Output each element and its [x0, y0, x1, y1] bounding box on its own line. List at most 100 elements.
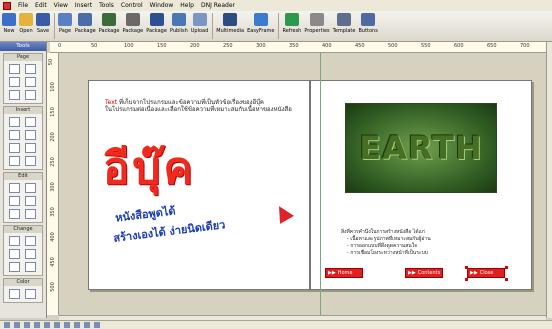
tool-button[interactable]	[9, 143, 20, 153]
tool-button[interactable]	[9, 130, 20, 140]
tool-button[interactable]	[24, 130, 36, 140]
toolbar-button-easyframe[interactable]: EasyFrame	[247, 11, 274, 34]
tool-button[interactable]	[9, 196, 20, 206]
menu-tools[interactable]: Tools	[99, 2, 114, 9]
menu-view[interactable]: View	[54, 2, 68, 9]
cursor-arrow-icon	[272, 202, 294, 224]
selection-handle[interactable]	[465, 266, 468, 269]
tool-button[interactable]	[9, 117, 20, 127]
menu-file[interactable]: File	[18, 2, 28, 9]
ruler-tick-label: 50	[48, 58, 55, 66]
toolbar-button-multimedia[interactable]: Multimedia	[216, 11, 244, 34]
new-document-icon	[2, 13, 16, 26]
tool-button[interactable]	[24, 143, 36, 153]
status-icon[interactable]	[94, 322, 100, 328]
status-icon[interactable]	[54, 322, 60, 328]
toolbar-button-save[interactable]: Save	[36, 11, 50, 34]
status-icon[interactable]	[4, 322, 10, 328]
toolbar-button-properties[interactable]: Properties	[304, 11, 330, 34]
toolbar-button-buttons[interactable]: Buttons	[358, 11, 378, 34]
ebook-title[interactable]: อีบุ๊ค	[103, 133, 196, 203]
menu-window[interactable]: Window	[150, 2, 174, 9]
home-button[interactable]: ▶▶ Home	[325, 268, 363, 278]
status-icon[interactable]	[24, 322, 30, 328]
selection-handle[interactable]	[505, 278, 508, 281]
toolbar-button-template[interactable]: Template	[333, 11, 355, 34]
tool-button[interactable]	[9, 262, 20, 272]
arrow-right-icon: ▶▶	[328, 270, 336, 276]
tool-button[interactable]	[24, 183, 36, 193]
tools-panel: Tools Page Insert Edit Change Color	[0, 42, 47, 318]
tool-group-title: Page	[4, 54, 42, 61]
menu-edit[interactable]: Edit	[35, 2, 47, 9]
toolbar-button-refresh[interactable]: Refresh	[282, 11, 301, 34]
toolbar-button-package[interactable]: Package	[75, 11, 96, 34]
tool-button[interactable]	[9, 289, 20, 299]
status-icon[interactable]	[34, 322, 40, 328]
tool-button[interactable]	[9, 249, 20, 259]
ruler-tick-label: 350	[49, 207, 56, 217]
selection-handle[interactable]	[465, 278, 468, 281]
tool-button[interactable]	[24, 117, 36, 127]
menu-insert[interactable]: Insert	[75, 2, 92, 9]
toolbar-button-new[interactable]: New	[2, 11, 16, 34]
status-icon[interactable]	[44, 322, 50, 328]
ebook-page-right[interactable]: EARTH สิ่งที่ควรคำนึงในการสร้างหนังสือ ไ…	[310, 80, 532, 290]
tool-button[interactable]	[9, 183, 20, 193]
tool-button[interactable]	[24, 236, 36, 246]
ebook-page-left[interactable]: Text ที่เก็บจากโปรแกรมและข้อความที่เป็นห…	[88, 80, 310, 290]
selection-handle[interactable]	[505, 266, 508, 269]
upload-icon	[192, 13, 207, 26]
tool-button[interactable]	[24, 209, 36, 219]
menu-bar: File Edit View Insert Tools Control Wind…	[0, 0, 552, 11]
tool-button[interactable]	[9, 64, 20, 74]
vertical-scrollbar[interactable]	[546, 42, 552, 318]
toolbar-button-package[interactable]: Package	[146, 11, 167, 34]
ruler-tick-label: 400	[49, 232, 56, 242]
contents-button[interactable]: ▶▶ Contents	[405, 268, 443, 278]
tool-button[interactable]	[9, 90, 20, 100]
ruler-tick-label: 300	[49, 182, 56, 192]
earth-image[interactable]: EARTH	[345, 103, 497, 193]
tool-button[interactable]	[9, 209, 20, 219]
toolbar-button-package[interactable]: Package	[99, 11, 119, 34]
close-button[interactable]: ▶▶ Close	[467, 268, 505, 278]
toolbar-button-label: Open	[19, 28, 33, 34]
heading-rest: ที่เก็บจากโปรแกรมและข้อความที่เป็นหัวข้อ…	[117, 99, 264, 106]
tool-button[interactable]	[24, 156, 36, 166]
tool-button[interactable]	[24, 249, 36, 259]
tool-button[interactable]	[24, 90, 36, 100]
toolbar-button-upload[interactable]: Upload	[191, 11, 208, 34]
guide-line[interactable]	[320, 53, 321, 315]
status-icon[interactable]	[74, 322, 80, 328]
toolbar-button-open[interactable]: Open	[19, 11, 33, 34]
tool-button[interactable]	[9, 156, 20, 166]
tool-button[interactable]	[9, 77, 20, 87]
ruler-tick-label: 300	[256, 43, 266, 49]
bullet-intro: สิ่งที่ควรคำนึงในการสร้างหนังสือ ได้แก่	[341, 229, 425, 235]
package-icon	[125, 13, 140, 26]
status-icon[interactable]	[14, 322, 20, 328]
toolbar-separator	[54, 13, 55, 39]
menu-help[interactable]: Help	[180, 2, 194, 9]
status-icon[interactable]	[64, 322, 70, 328]
heading-text-block[interactable]: Text ที่เก็บจากโปรแกรมและข้อความที่เป็นห…	[105, 99, 305, 113]
toolbar-button-label: Page	[58, 28, 72, 34]
toolbar-button-publish[interactable]: Publish	[170, 11, 188, 34]
tool-button[interactable]	[24, 289, 36, 299]
ruler-tick-label: 150	[157, 43, 167, 49]
tool-button[interactable]	[9, 236, 20, 246]
bullet-list[interactable]: สิ่งที่ควรคำนึงในการสร้างหนังสือ ได้แก่ …	[341, 229, 526, 257]
tool-button[interactable]	[24, 196, 36, 206]
tool-button[interactable]	[24, 64, 36, 74]
toolbar-button-package[interactable]: Package	[122, 11, 143, 34]
tool-button[interactable]	[24, 77, 36, 87]
page-icon	[58, 13, 72, 26]
status-icon[interactable]	[84, 322, 90, 328]
toolbar-button-label: Package	[122, 28, 144, 34]
toolbar-button-page[interactable]: Page	[58, 11, 72, 34]
menu-dnj-reader[interactable]: DNJ Reader	[201, 2, 235, 9]
tool-button[interactable]	[24, 262, 36, 272]
menu-control[interactable]: Control	[121, 2, 143, 9]
tool-groups: Page Insert Edit Change Color	[0, 53, 46, 303]
